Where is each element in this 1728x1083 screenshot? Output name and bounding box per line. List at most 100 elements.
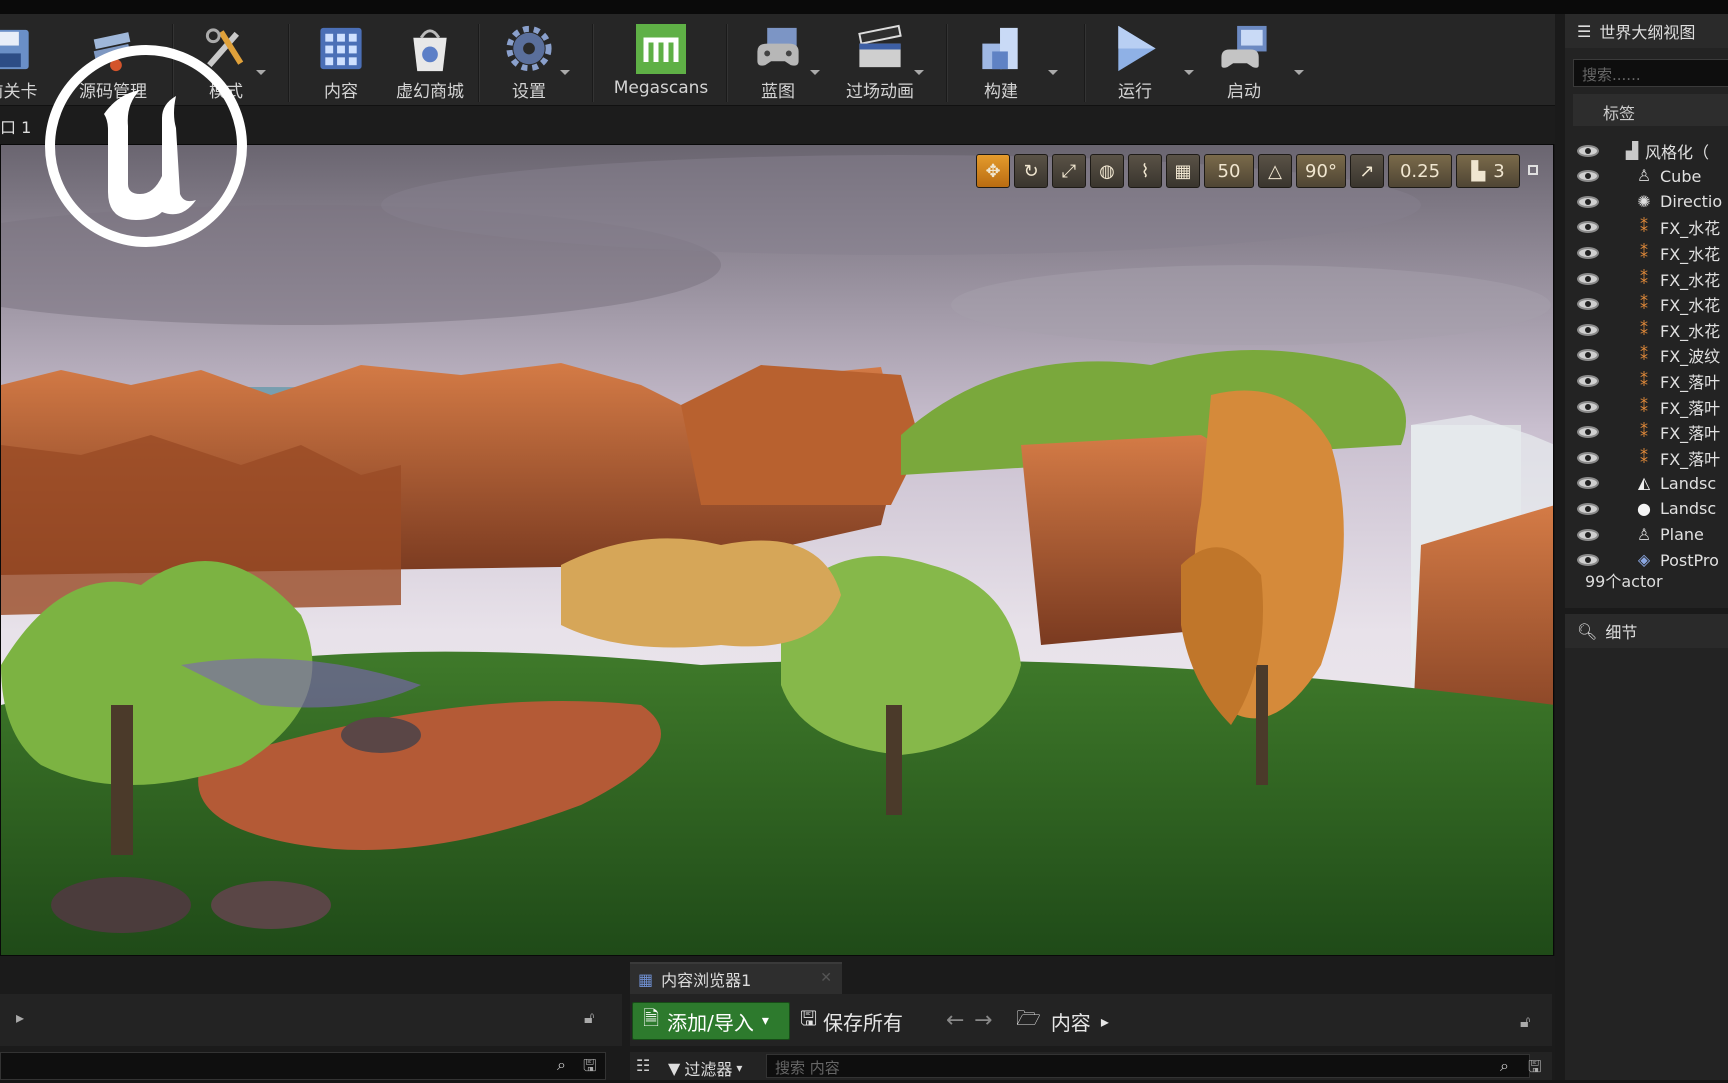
toolbar-separator — [946, 24, 948, 102]
visibility-eye-icon[interactable] — [1577, 528, 1599, 541]
visibility-eye-icon[interactable] — [1577, 400, 1599, 413]
outliner-row[interactable]: ♙ Cube — [1565, 164, 1728, 189]
outliner-row-label: FX_落叶 — [1660, 398, 1721, 418]
toolbar-button-build[interactable]: 构建 — [966, 20, 1036, 102]
toolbar-button-cinematics[interactable]: 过场动画 — [830, 20, 930, 102]
sources-toggle-icon[interactable]: ☷ — [636, 1056, 650, 1075]
coordinate-system-button[interactable]: ◍ — [1090, 154, 1124, 188]
particle-icon: ⁑ — [1640, 294, 1648, 314]
outliner-row[interactable]: ⁑ FX_落叶 — [1565, 445, 1728, 470]
toolbar-separator — [1084, 24, 1086, 102]
level-viewport[interactable]: ✥ ↻ ⤢ ◍ ⌇ ▦ 50 △ 90° ↗ 0.25 ▙ 3 — [0, 144, 1554, 956]
visibility-eye-icon[interactable] — [1577, 426, 1599, 439]
visibility-eye-icon[interactable] — [1577, 374, 1599, 387]
outliner-row[interactable]: ⁑ FX_波纹 — [1565, 343, 1728, 368]
outliner-row[interactable]: ⁑ FX_落叶 — [1565, 368, 1728, 393]
save-search-icon[interactable]: 🖫 — [1528, 1056, 1542, 1083]
launch-icon — [1221, 25, 1267, 68]
toolbar-label: 前关卡 — [0, 82, 38, 102]
toolbar-button-marketplace[interactable]: 虚幻商城 — [380, 20, 480, 102]
add-import-button[interactable]: 🗎 添加/导入 ▾ — [632, 1002, 790, 1040]
toolbar-button-settings[interactable]: 设置 — [496, 20, 562, 102]
maximize-viewport-icon[interactable] — [1528, 165, 1538, 175]
visibility-eye-icon[interactable] — [1577, 170, 1599, 183]
toolbar-button-megascans[interactable]: Megascans — [612, 20, 710, 102]
surface-snap-icon: ⌇ — [1140, 160, 1150, 182]
lock-icon[interactable]: 🔓︎ — [1520, 1012, 1530, 1032]
outliner-row[interactable]: ⁑ FX_水花 — [1565, 317, 1728, 342]
visibility-eye-icon[interactable] — [1577, 451, 1599, 464]
chevron-down-icon[interactable] — [1048, 70, 1058, 75]
chevron-right-icon[interactable]: ▸ — [16, 1008, 24, 1027]
outliner-search-input[interactable]: 搜索...... — [1573, 59, 1728, 87]
visibility-eye-icon[interactable] — [1577, 144, 1599, 157]
scale-snap-toggle[interactable]: ↗ — [1350, 154, 1384, 188]
visibility-eye-icon[interactable] — [1577, 477, 1599, 490]
outliner-row[interactable]: ● Landsc — [1565, 496, 1728, 521]
toolbar-button-save[interactable]: 前关卡 — [0, 20, 50, 102]
outliner-row[interactable]: ⁑ FX_落叶 — [1565, 420, 1728, 445]
forward-arrow-icon[interactable]: → — [974, 1008, 992, 1033]
outliner-row[interactable]: ⁑ FX_水花 — [1565, 266, 1728, 291]
save-search-icon[interactable]: 🖫 — [583, 1055, 597, 1082]
visibility-eye-icon[interactable] — [1577, 323, 1599, 336]
outliner-row[interactable]: ⁑ FX_水花 — [1565, 240, 1728, 265]
viewport-tab[interactable]: 口 1 — [0, 114, 31, 138]
left-search-input[interactable]: ⌕ 🖫 — [0, 1052, 606, 1080]
rotation-snap-toggle[interactable]: △ — [1258, 154, 1292, 188]
visibility-eye-icon[interactable] — [1577, 554, 1599, 567]
chevron-down-icon[interactable] — [560, 70, 570, 75]
blueprint-icon — [757, 27, 799, 66]
content-search-input[interactable]: 搜索 内容 — [766, 1054, 1530, 1078]
outliner-row[interactable]: ⁑ FX_水花 — [1565, 292, 1728, 317]
outliner-row[interactable]: ♙ Plane — [1565, 522, 1728, 547]
content-browser-tab[interactable]: ▦ 内容浏览器1 ✕ — [630, 962, 842, 994]
camera-speed-button[interactable]: ▙ 3 — [1456, 154, 1520, 188]
outliner-row[interactable]: ⁑ FX_水花 — [1565, 215, 1728, 240]
scale-snap-value[interactable]: 0.25 — [1388, 154, 1452, 188]
surface-snap-button[interactable]: ⌇ — [1128, 154, 1162, 188]
visibility-eye-icon[interactable] — [1577, 272, 1599, 285]
visibility-eye-icon[interactable] — [1577, 246, 1599, 259]
chevron-down-icon[interactable] — [1294, 70, 1304, 75]
grid-snap-toggle[interactable]: ▦ — [1166, 154, 1200, 188]
visibility-eye-icon[interactable] — [1577, 349, 1599, 362]
toolbar-button-blueprints[interactable]: 蓝图 — [742, 20, 814, 102]
scale-mode-button[interactable]: ⤢ — [1052, 154, 1086, 188]
visibility-eye-icon[interactable] — [1577, 221, 1599, 234]
rotation-snap-value[interactable]: 90° — [1296, 154, 1346, 188]
visibility-eye-icon[interactable] — [1577, 195, 1599, 208]
outliner-row[interactable]: ▟ 风格化（ — [1565, 138, 1728, 163]
chevron-down-icon[interactable] — [256, 70, 266, 75]
outliner-row[interactable]: ⁑ FX_落叶 — [1565, 394, 1728, 419]
sphere-icon: ● — [1637, 498, 1651, 518]
static-mesh-icon: ♙ — [1636, 524, 1652, 544]
postprocess-icon: ◈ — [1637, 550, 1651, 570]
chevron-down-icon[interactable] — [914, 70, 924, 75]
chevron-down-icon[interactable] — [1184, 70, 1194, 75]
toolbar-button-content[interactable]: 内容 — [306, 20, 376, 102]
particle-icon: ⁑ — [1640, 370, 1648, 390]
rotate-mode-button[interactable]: ↻ — [1014, 154, 1048, 188]
visibility-eye-icon[interactable] — [1577, 502, 1599, 515]
toolbar-button-play[interactable]: 运行 — [1100, 20, 1170, 102]
visibility-eye-icon[interactable] — [1577, 298, 1599, 311]
filters-button[interactable]: ▼ 过滤器 ▾ — [668, 1056, 742, 1080]
chevron-down-icon[interactable] — [810, 70, 820, 75]
outliner-row[interactable]: ✺ Directio — [1565, 189, 1728, 214]
translate-mode-button[interactable]: ✥ — [976, 154, 1010, 188]
back-arrow-icon[interactable]: ← — [946, 1008, 964, 1033]
lock-icon[interactable]: 🔓︎ — [584, 1008, 594, 1028]
particle-icon: ⁑ — [1640, 345, 1648, 365]
close-icon[interactable]: ✕ — [820, 970, 832, 986]
grid-snap-value[interactable]: 50 — [1204, 154, 1254, 188]
chevron-right-icon[interactable]: ▸ — [1101, 1012, 1109, 1031]
outliner-row[interactable]: ◭ Landsc — [1565, 471, 1728, 496]
save-all-button[interactable]: 🖫 保存所有 — [800, 1004, 903, 1038]
outliner-column-label[interactable]: 标签 — [1573, 94, 1728, 126]
viewport-scene[interactable] — [1, 145, 1554, 956]
outliner-row-label: PostPro — [1660, 550, 1719, 570]
details-search-icon: 🔍︎ — [1577, 621, 1598, 641]
toolbar-button-launch[interactable]: 启动 — [1208, 20, 1280, 102]
breadcrumb-content[interactable]: 内容 — [1051, 1007, 1091, 1036]
